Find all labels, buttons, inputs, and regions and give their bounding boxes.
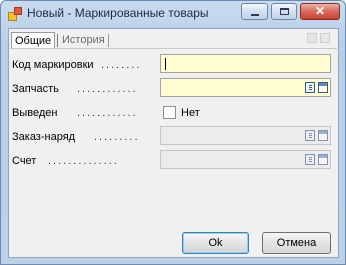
ok-button[interactable]: Ok bbox=[182, 232, 249, 254]
open-window-icon[interactable] bbox=[318, 130, 328, 141]
general-panel: Код маркировки ........ Запчасть .......… bbox=[10, 48, 337, 207]
invoice-input[interactable] bbox=[160, 150, 331, 169]
label-dots: ............ bbox=[77, 83, 138, 95]
maximize-icon bbox=[280, 8, 289, 15]
work-order-input[interactable] bbox=[160, 126, 331, 145]
window-title: Новый - Маркированные товары bbox=[27, 6, 209, 20]
tab-general[interactable]: Общие bbox=[11, 32, 56, 49]
label-dots: ........ bbox=[101, 59, 142, 71]
open-window-icon[interactable] bbox=[318, 154, 328, 165]
dialog-body: Общие История Код маркировки ........ За… bbox=[8, 28, 339, 258]
withdrawn-checkbox-label[interactable]: Нет bbox=[181, 107, 200, 119]
label-dots: .............. bbox=[48, 155, 119, 167]
invoice-label: Счет bbox=[12, 155, 37, 167]
cancel-button[interactable]: Отмена bbox=[262, 232, 331, 254]
open-window-icon[interactable] bbox=[318, 82, 328, 93]
tab-divider bbox=[108, 34, 109, 47]
app-icon bbox=[8, 7, 22, 21]
tab-scroll-right-button[interactable] bbox=[320, 33, 330, 43]
minimize-icon bbox=[251, 14, 259, 16]
part-input[interactable] bbox=[160, 78, 331, 97]
close-icon: ✕ bbox=[314, 4, 326, 18]
title-bar[interactable]: Новый - Маркированные товары ✕ bbox=[1, 1, 345, 27]
order-label: Заказ-наряд bbox=[12, 131, 76, 143]
text-caret bbox=[165, 58, 166, 70]
lookup-list-icon[interactable] bbox=[305, 130, 315, 141]
withdrawn-label: Выведен bbox=[12, 107, 58, 119]
lookup-list-icon[interactable] bbox=[305, 82, 315, 93]
code-label: Код маркировки bbox=[12, 59, 94, 71]
tab-history[interactable]: История bbox=[59, 32, 108, 48]
close-button[interactable]: ✕ bbox=[300, 3, 340, 20]
withdrawn-checkbox[interactable] bbox=[163, 106, 176, 119]
dialog-window: Новый - Маркированные товары ✕ Общие Ист… bbox=[0, 0, 346, 265]
part-label: Запчасть bbox=[12, 83, 59, 95]
marking-code-input[interactable] bbox=[160, 54, 331, 73]
tab-scroll-left-button[interactable] bbox=[307, 33, 317, 43]
maximize-button[interactable] bbox=[271, 3, 297, 20]
minimize-button[interactable] bbox=[241, 3, 268, 20]
lookup-list-icon[interactable] bbox=[305, 154, 315, 165]
label-dots: ......... bbox=[94, 131, 140, 143]
tab-divider bbox=[57, 34, 58, 47]
label-dots: ............ bbox=[77, 107, 138, 119]
